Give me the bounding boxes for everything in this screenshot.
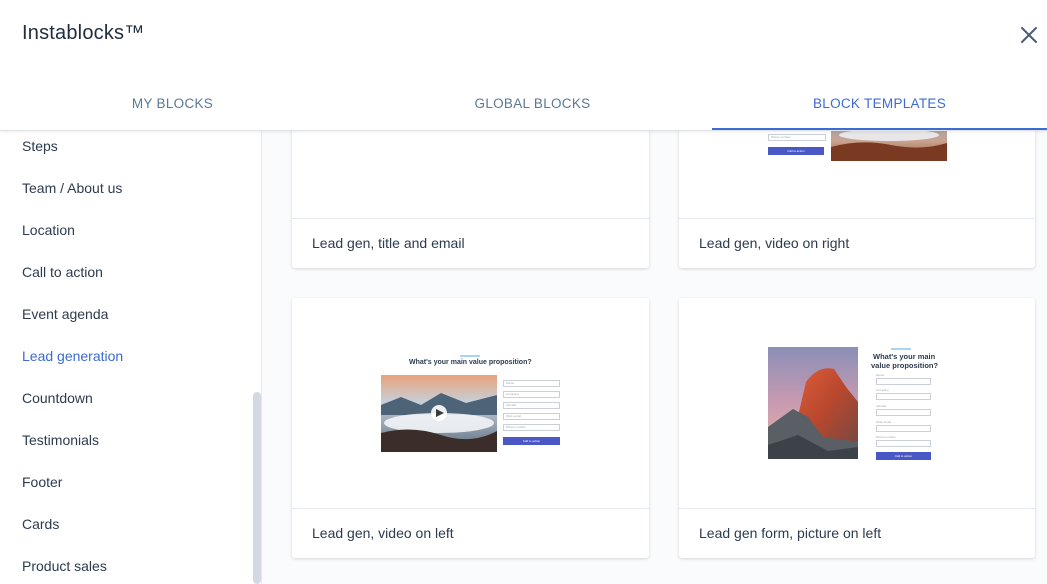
mini-cta-button: Call to action (876, 452, 931, 460)
category-sidebar: Steps Team / About us Location Call to a… (0, 131, 262, 584)
sidebar-item-footer[interactable]: Footer (22, 474, 62, 490)
mini-form-field: Phone number (503, 424, 560, 431)
mini-form-field: Name (503, 380, 560, 387)
mini-form-field: Company (503, 391, 560, 398)
tab-my-blocks[interactable]: MY BLOCKS (0, 84, 345, 131)
mini-heading-line1: What's your main (873, 352, 936, 361)
template-card-title-and-email[interactable]: Lead gen, title and email (292, 131, 649, 268)
mini-label: Job title (876, 404, 887, 408)
mountain-photo (768, 347, 858, 459)
sidebar-item-testimonials[interactable]: Testimonials (22, 432, 99, 448)
mini-cta-button: Call to action (503, 437, 560, 445)
tab-global-blocks[interactable]: GLOBAL BLOCKS (345, 84, 720, 131)
sidebar-item-call-to-action[interactable]: Call to action (22, 264, 103, 280)
template-caption: Lead gen, video on right (679, 218, 1035, 268)
sidebar-item-location[interactable]: Location (22, 222, 75, 238)
template-card-video-on-left[interactable]: What's your main value proposition? Name… (292, 298, 649, 558)
tab-bar: MY BLOCKS GLOBAL BLOCKS BLOCK TEMPLATES (0, 84, 1047, 131)
video-thumbnail (381, 375, 497, 452)
mini-form-field: Phone number (768, 134, 826, 141)
template-caption: Lead gen, video on left (292, 508, 649, 558)
sidebar-item-lead-generation[interactable]: Lead generation (22, 348, 123, 364)
template-preview: What's your main value proposition? Name… (292, 298, 649, 508)
template-preview (292, 131, 649, 218)
landscape-thumbnail (831, 131, 947, 161)
mini-form-field (876, 440, 931, 447)
template-preview: Phone number Call to action (679, 131, 1035, 218)
modal-header: Instablocks™ MY BLOCKS GLOBAL BLOCKS BLO… (0, 0, 1047, 131)
close-button[interactable] (1018, 24, 1040, 46)
sidebar-item-countdown[interactable]: Countdown (22, 390, 93, 406)
mini-form-field (876, 409, 931, 416)
mini-form-field (876, 378, 931, 385)
template-caption: Lead gen form, picture on left (679, 508, 1035, 558)
mini-label: Name (876, 373, 885, 377)
mini-eyebrow (460, 355, 480, 357)
template-preview: What's your main value proposition? Name… (679, 298, 1035, 508)
mini-heading-line2: value proposition? (871, 361, 939, 370)
sidebar-item-team-about-us[interactable]: Team / About us (22, 180, 122, 196)
templates-grid: Lead gen, title and email Phone number C… (262, 131, 1047, 584)
mini-eyebrow (891, 348, 911, 350)
app-title: Instablocks™ (22, 22, 145, 44)
sidebar-item-event-agenda[interactable]: Event agenda (22, 306, 108, 322)
mini-form-field (876, 425, 931, 432)
mini-label: Company (876, 388, 889, 392)
sidebar-item-cards[interactable]: Cards (22, 516, 59, 532)
mini-heading: What's your main value proposition? (409, 359, 532, 366)
tab-block-templates[interactable]: BLOCK TEMPLATES (712, 84, 1047, 131)
mini-form-field: Job title (503, 402, 560, 409)
sidebar-item-product-sales[interactable]: Product sales (22, 558, 107, 574)
sidebar-item-steps[interactable]: Steps (22, 138, 58, 154)
active-tab-indicator (712, 128, 1047, 130)
template-card-picture-on-left[interactable]: What's your main value proposition? Name… (679, 298, 1035, 558)
close-icon (1021, 27, 1037, 43)
sidebar-scrollbar[interactable] (253, 392, 261, 584)
mini-form-field: Work email (503, 413, 560, 420)
template-card-video-on-right[interactable]: Phone number Call to action Lead gen, vi… (679, 131, 1035, 268)
mini-cta-button: Call to action (768, 147, 824, 155)
mini-label: Phone number (876, 435, 896, 439)
mini-form-field (876, 393, 931, 400)
mini-label: Work email (876, 420, 891, 424)
template-caption: Lead gen, title and email (292, 218, 649, 268)
